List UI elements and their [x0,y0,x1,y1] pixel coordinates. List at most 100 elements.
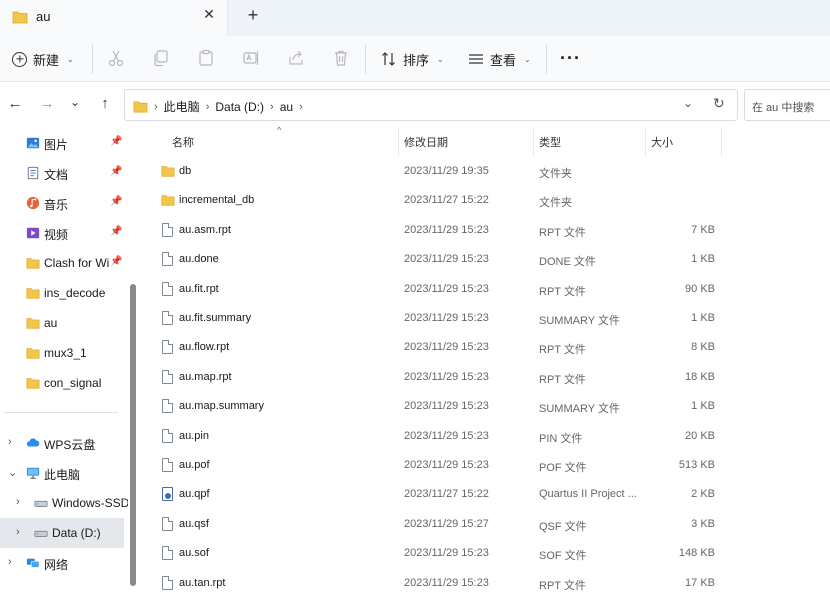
sidebar-item-au[interactable]: au [0,308,124,338]
folder-icon [26,258,40,269]
file-row[interactable]: au.flow.rpt 2023/11/29 15:23 RPT 文件 8 KB [140,333,830,362]
sidebar-tree-wps-cloud[interactable]: › WPS云盘 [0,428,124,458]
file-row[interactable]: au.fit.rpt 2023/11/29 15:23 RPT 文件 90 KB [140,275,830,304]
delete-icon[interactable] [332,49,350,67]
recent-locations-button[interactable]: ⌄ [66,95,84,115]
chevron-icon[interactable]: › [8,556,12,568]
file-icon [162,252,173,267]
file-row[interactable]: incremental_db 2023/11/27 15:22 文件夹 [140,186,830,215]
view-button[interactable]: 查看 ⌄ [468,47,531,71]
file-size: 18 KB [685,370,715,383]
file-size: 2 KB [691,488,715,501]
chevron-icon[interactable]: ⌄ [8,466,17,479]
search-box[interactable]: 在 au 中搜索 [744,89,830,121]
file-row[interactable]: au.map.rpt 2023/11/29 15:23 RPT 文件 18 KB [140,363,830,392]
chevron-icon[interactable]: › [16,526,20,538]
new-label: 新建 [33,52,60,68]
file-row[interactable]: db 2023/11/29 19:35 文件夹 [140,157,830,186]
sidebar-item-文档[interactable]: 文档 📌 [0,158,124,188]
file-date: 2023/11/29 15:23 [404,253,489,266]
column-divider[interactable] [398,128,399,156]
sidebar-item-mux3-1[interactable]: mux3_1 [0,338,124,368]
file-type: POF 文件 [539,462,587,474]
forward-button[interactable]: → [38,95,56,115]
folder-icon [161,195,175,206]
file-date: 2023/11/29 15:23 [404,370,489,383]
up-button[interactable]: ↑ [96,95,114,115]
column-size[interactable]: 大小 [651,134,673,150]
sidebar-item-ins-decode[interactable]: ins_decode [0,278,124,308]
sidebar-item-label: Windows-SSD [52,496,128,510]
copy-icon[interactable] [152,49,170,67]
file-icon [162,516,173,531]
rename-icon[interactable] [242,49,260,67]
file-row[interactable]: au.qsf 2023/11/29 15:27 QSF 文件 3 KB [140,510,830,539]
file-icon [162,575,173,590]
column-divider[interactable] [533,128,534,156]
sidebar-item-图片[interactable]: 图片 📌 [0,128,124,158]
address-bar[interactable]: › 此电脑 › Data (D:) › au › ⌄ ↻ [124,89,738,121]
pin-icon: 📌 [110,226,123,237]
sidebar-tree-network[interactable]: › 网络 [0,548,124,578]
sidebar-item-con-signal[interactable]: con_signal [0,368,124,398]
sidebar-item-clash-for-wi[interactable]: Clash for Wi 📌 [0,248,124,278]
file-type: SOF 文件 [539,550,587,563]
sort-button[interactable]: 排序 ⌄ [381,47,444,71]
search-placeholder: 在 au 中搜索 [752,102,815,114]
file-row[interactable]: au.tan.rpt 2023/11/29 15:23 RPT 文件 17 KB [140,569,830,598]
file-row[interactable]: au.sof 2023/11/29 15:23 SOF 文件 148 KB [140,539,830,568]
file-name: incremental_db [179,194,255,207]
breadcrumb-data-drive[interactable]: Data (D:) [215,100,264,114]
drive-icon [34,530,48,537]
sidebar-item-label: 音乐 [44,198,69,212]
file-row[interactable]: au.qpf 2023/11/27 15:22 Quartus II Project… [140,480,830,509]
file-row[interactable]: au.done 2023/11/29 15:23 DONE 文件 1 KB [140,245,830,274]
cloud-icon [26,438,40,447]
file-row[interactable]: au.map.summary 2023/11/29 15:23 SUMMARY 文件… [140,392,830,421]
sidebar-item-视频[interactable]: 视频 📌 [0,218,124,248]
sort-ascending-icon: ^ [277,125,282,135]
column-name[interactable]: 名称 [172,134,194,150]
file-size: 148 KB [678,547,715,560]
folder-icon [26,288,40,299]
sidebar-item-label: WPS云盘 [44,438,96,452]
sidebar-item-音乐[interactable]: 音乐 📌 [0,188,124,218]
file-name: au.flow.rpt [179,341,230,354]
file-row[interactable]: au.fit.summary 2023/11/29 15:23 SUMMARY 文件… [140,304,830,333]
music-icon [26,196,40,210]
sidebar-tree-windows-ssd[interactable]: › Windows-SSD [0,488,128,518]
chevron-icon[interactable]: › [16,496,20,508]
column-divider[interactable] [645,128,646,156]
file-row[interactable]: au.asm.rpt 2023/11/29 15:23 RPT 文件 7 KB [140,216,830,245]
share-icon[interactable] [287,49,305,67]
cut-icon[interactable] [107,49,125,67]
address-dropdown-button[interactable]: ⌄ [683,96,693,110]
new-tab-button[interactable]: + [243,5,263,27]
new-button[interactable]: 新建 ⌄ [12,47,74,71]
sidebar-item-label: mux3_1 [44,346,87,360]
close-tab-button[interactable]: ✕ [200,6,218,26]
breadcrumb: › 此电脑 › Data (D:) › au › [133,98,303,115]
sidebar-scrollbar[interactable] [130,284,136,586]
breadcrumb-au[interactable]: au [280,100,293,114]
column-type[interactable]: 类型 [539,134,561,150]
file-size: 513 KB [678,459,715,471]
back-button[interactable]: ← [6,95,24,115]
pin-icon: 📌 [110,166,123,177]
file-type: RPT 文件 [539,579,586,592]
column-date[interactable]: 修改日期 [404,134,448,150]
more-options-button[interactable]: ··· [560,48,581,69]
chevron-down-icon: ⌄ [524,54,531,64]
file-row[interactable]: au.pin 2023/11/29 15:23 PIN 文件 20 KB [140,422,830,451]
breadcrumb-this-pc[interactable]: 此电脑 [164,98,200,115]
paste-icon[interactable] [197,49,215,67]
sidebar-tree-this-pc[interactable]: ⌄ 此电脑 [0,458,124,488]
file-row[interactable]: au.pof 2023/11/29 15:23 POF 文件 513 KB [140,451,830,480]
sidebar-tree-data-drive[interactable]: › Data (D:) [0,518,124,548]
chevron-icon[interactable]: › [8,436,12,448]
tab-au[interactable]: au ✕ [0,0,228,36]
refresh-button[interactable]: ↻ [713,95,725,112]
column-divider[interactable] [721,128,722,156]
file-date: 2023/11/29 15:23 [404,429,489,442]
breadcrumb-separator: › [154,100,158,113]
